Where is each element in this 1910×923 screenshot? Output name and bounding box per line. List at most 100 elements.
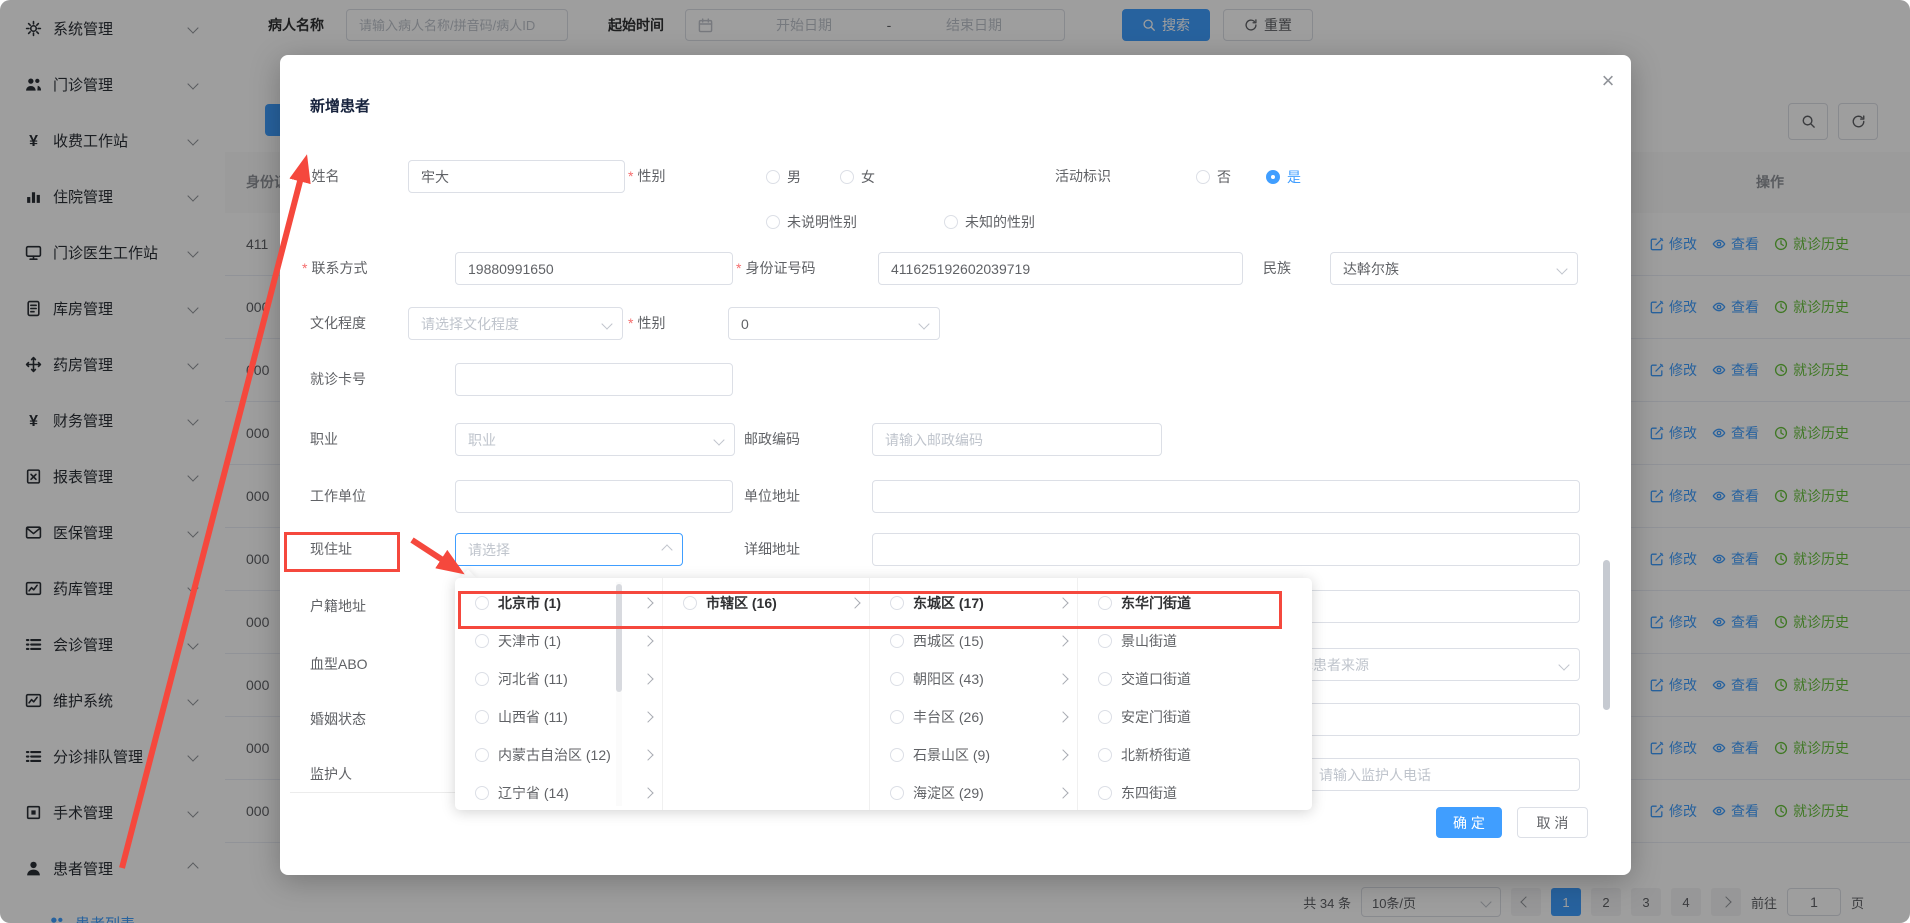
chevron-right-icon [642,749,653,760]
radio-icon [944,215,958,229]
radio-icon [475,672,489,686]
cascader-option-label: 景山街道 [1121,631,1177,651]
gender2-select[interactable]: 0 [728,307,940,340]
address-cascader-dropdown: 北京市 (1) 天津市 (1) 河北省 (11) 山西省 (11) 内蒙古自治区 (12… [455,578,1312,810]
unit-address-input[interactable] [872,480,1580,513]
cascader-option[interactable]: 内蒙古自治区 (12) [455,736,662,774]
chevron-right-icon [642,711,653,722]
chevron-right-icon [1057,711,1068,722]
idcard-input[interactable] [878,252,1243,285]
cascader-option[interactable]: 东华门街道 [1078,584,1312,622]
cascader-option-label: 东华门街道 [1121,593,1191,613]
education-select[interactable]: 请选择文化程度 [408,307,623,340]
chevron-right-icon [1057,635,1068,646]
active-radio-no[interactable]: 否 [1196,160,1231,193]
cancel-button[interactable]: 取 消 [1517,807,1588,838]
work-unit-input[interactable] [455,480,733,513]
chevron-right-icon [642,597,653,608]
chevron-right-icon [642,635,653,646]
chevron-right-icon [1057,673,1068,684]
nation-label: 民族 [1263,252,1291,285]
radio-selected-icon [1266,170,1280,184]
gender2-label: *性别 [628,307,665,340]
chevron-down-icon [918,318,929,329]
unit-address-label: 单位地址 [744,480,800,513]
close-icon[interactable]: × [1596,69,1620,93]
phone-label: *联系方式 [302,252,367,285]
cascader-option[interactable]: 辽宁省 (14) [455,774,662,810]
cascader-option[interactable]: 丰台区 (26) [870,698,1077,736]
chevron-right-icon [1057,597,1068,608]
cascader-option[interactable]: 天津市 (1) [455,622,662,660]
cascader-option[interactable]: 东四街道 [1078,774,1312,810]
name-input[interactable] [408,160,625,193]
cascader-option[interactable]: 北京市 (1) [455,584,662,622]
chevron-right-icon [849,597,860,608]
cascader-scrollbar-thumb[interactable] [616,584,622,692]
active-flag-label: 活动标识 [1055,160,1111,193]
work-unit-label: 工作单位 [310,480,366,513]
cascader-column-3: 东城区 (17)西城区 (15) 朝阳区 (43) 丰台区 (26) 石景山区 (9)… [870,578,1078,810]
cascader-option-label: 辽宁省 (14) [498,783,569,803]
postcode-label: 邮政编码 [744,423,800,456]
cascader-option[interactable]: 西城区 (15) [870,622,1077,660]
cascader-option-label: 交道口街道 [1121,669,1191,689]
radio-icon [766,170,780,184]
form-clip-divider [290,792,460,793]
cascader-option-label: 山西省 (11) [498,707,568,727]
radio-icon [1098,596,1112,610]
chevron-right-icon [642,787,653,798]
modal-scrollbar[interactable] [1603,560,1610,710]
radio-icon [475,634,489,648]
registered-address-label: 户籍地址 [310,590,366,623]
active-radio-yes[interactable]: 是 [1266,160,1301,193]
marriage-label: 婚姻状态 [310,703,366,736]
cascader-option[interactable]: 海淀区 (29) [870,774,1077,810]
gender-radio-male[interactable]: 男 [766,160,801,193]
guardian-phone-input[interactable] [1306,758,1580,791]
chevron-down-icon [713,434,724,445]
chevron-right-icon [1057,749,1068,760]
phone-input[interactable] [455,252,733,285]
chevron-down-icon [1556,263,1567,274]
cascader-option-label: 市辖区 (16) [706,593,777,613]
postcode-input[interactable] [872,423,1162,456]
cascader-option[interactable]: 东城区 (17) [870,584,1077,622]
radio-icon [1098,710,1112,724]
gender-radio-female[interactable]: 女 [840,160,875,193]
cascader-option[interactable]: 石景山区 (9) [870,736,1077,774]
detail-address-input[interactable] [872,533,1580,566]
cascader-option-label: 朝阳区 (43) [913,669,984,689]
radio-icon [766,215,780,229]
cascader-option[interactable]: 北新桥街道 [1078,736,1312,774]
cascader-column-2: 市辖区 (16) [663,578,870,810]
idcard-label: *身份证号码 [736,252,815,285]
cascader-option[interactable]: 市辖区 (16) [663,584,869,622]
cascader-option-label: 石景山区 (9) [913,745,990,765]
cascader-column-1: 北京市 (1) 天津市 (1) 河北省 (11) 山西省 (11) 内蒙古自治区 (12… [455,578,663,810]
cascader-option[interactable]: 交道口街道 [1078,660,1312,698]
nation-select[interactable]: 达斡尔族 [1330,252,1578,285]
radio-icon [890,748,904,762]
blood-type-label: 血型ABO [310,648,368,681]
radio-icon [475,748,489,762]
cascader-option[interactable]: 朝阳区 (43) [870,660,1077,698]
radio-icon [475,710,489,724]
cascader-option[interactable]: 山西省 (11) [455,698,662,736]
cascader-option[interactable]: 景山街道 [1078,622,1312,660]
modal-title: 新增患者 [310,95,370,116]
gender-radio-unknown[interactable]: 未知的性别 [944,205,1035,238]
occupation-select[interactable]: 职业 [455,423,735,456]
cascader-option-label: 天津市 (1) [498,631,561,651]
cascader-option[interactable]: 安定门街道 [1078,698,1312,736]
gender-radio-unstated[interactable]: 未说明性别 [766,205,857,238]
card-no-input[interactable] [455,363,733,396]
cascader-option[interactable]: 河北省 (11) [455,660,662,698]
radio-icon [890,710,904,724]
cascader-option-label: 东四街道 [1121,783,1177,803]
confirm-button[interactable]: 确 定 [1436,807,1502,838]
cascader-option-label: 海淀区 (29) [913,783,984,803]
current-address-cascader-select[interactable]: 请选择 [455,533,683,566]
cascader-option-label: 内蒙古自治区 (12) [498,745,611,765]
radio-icon [1098,786,1112,800]
